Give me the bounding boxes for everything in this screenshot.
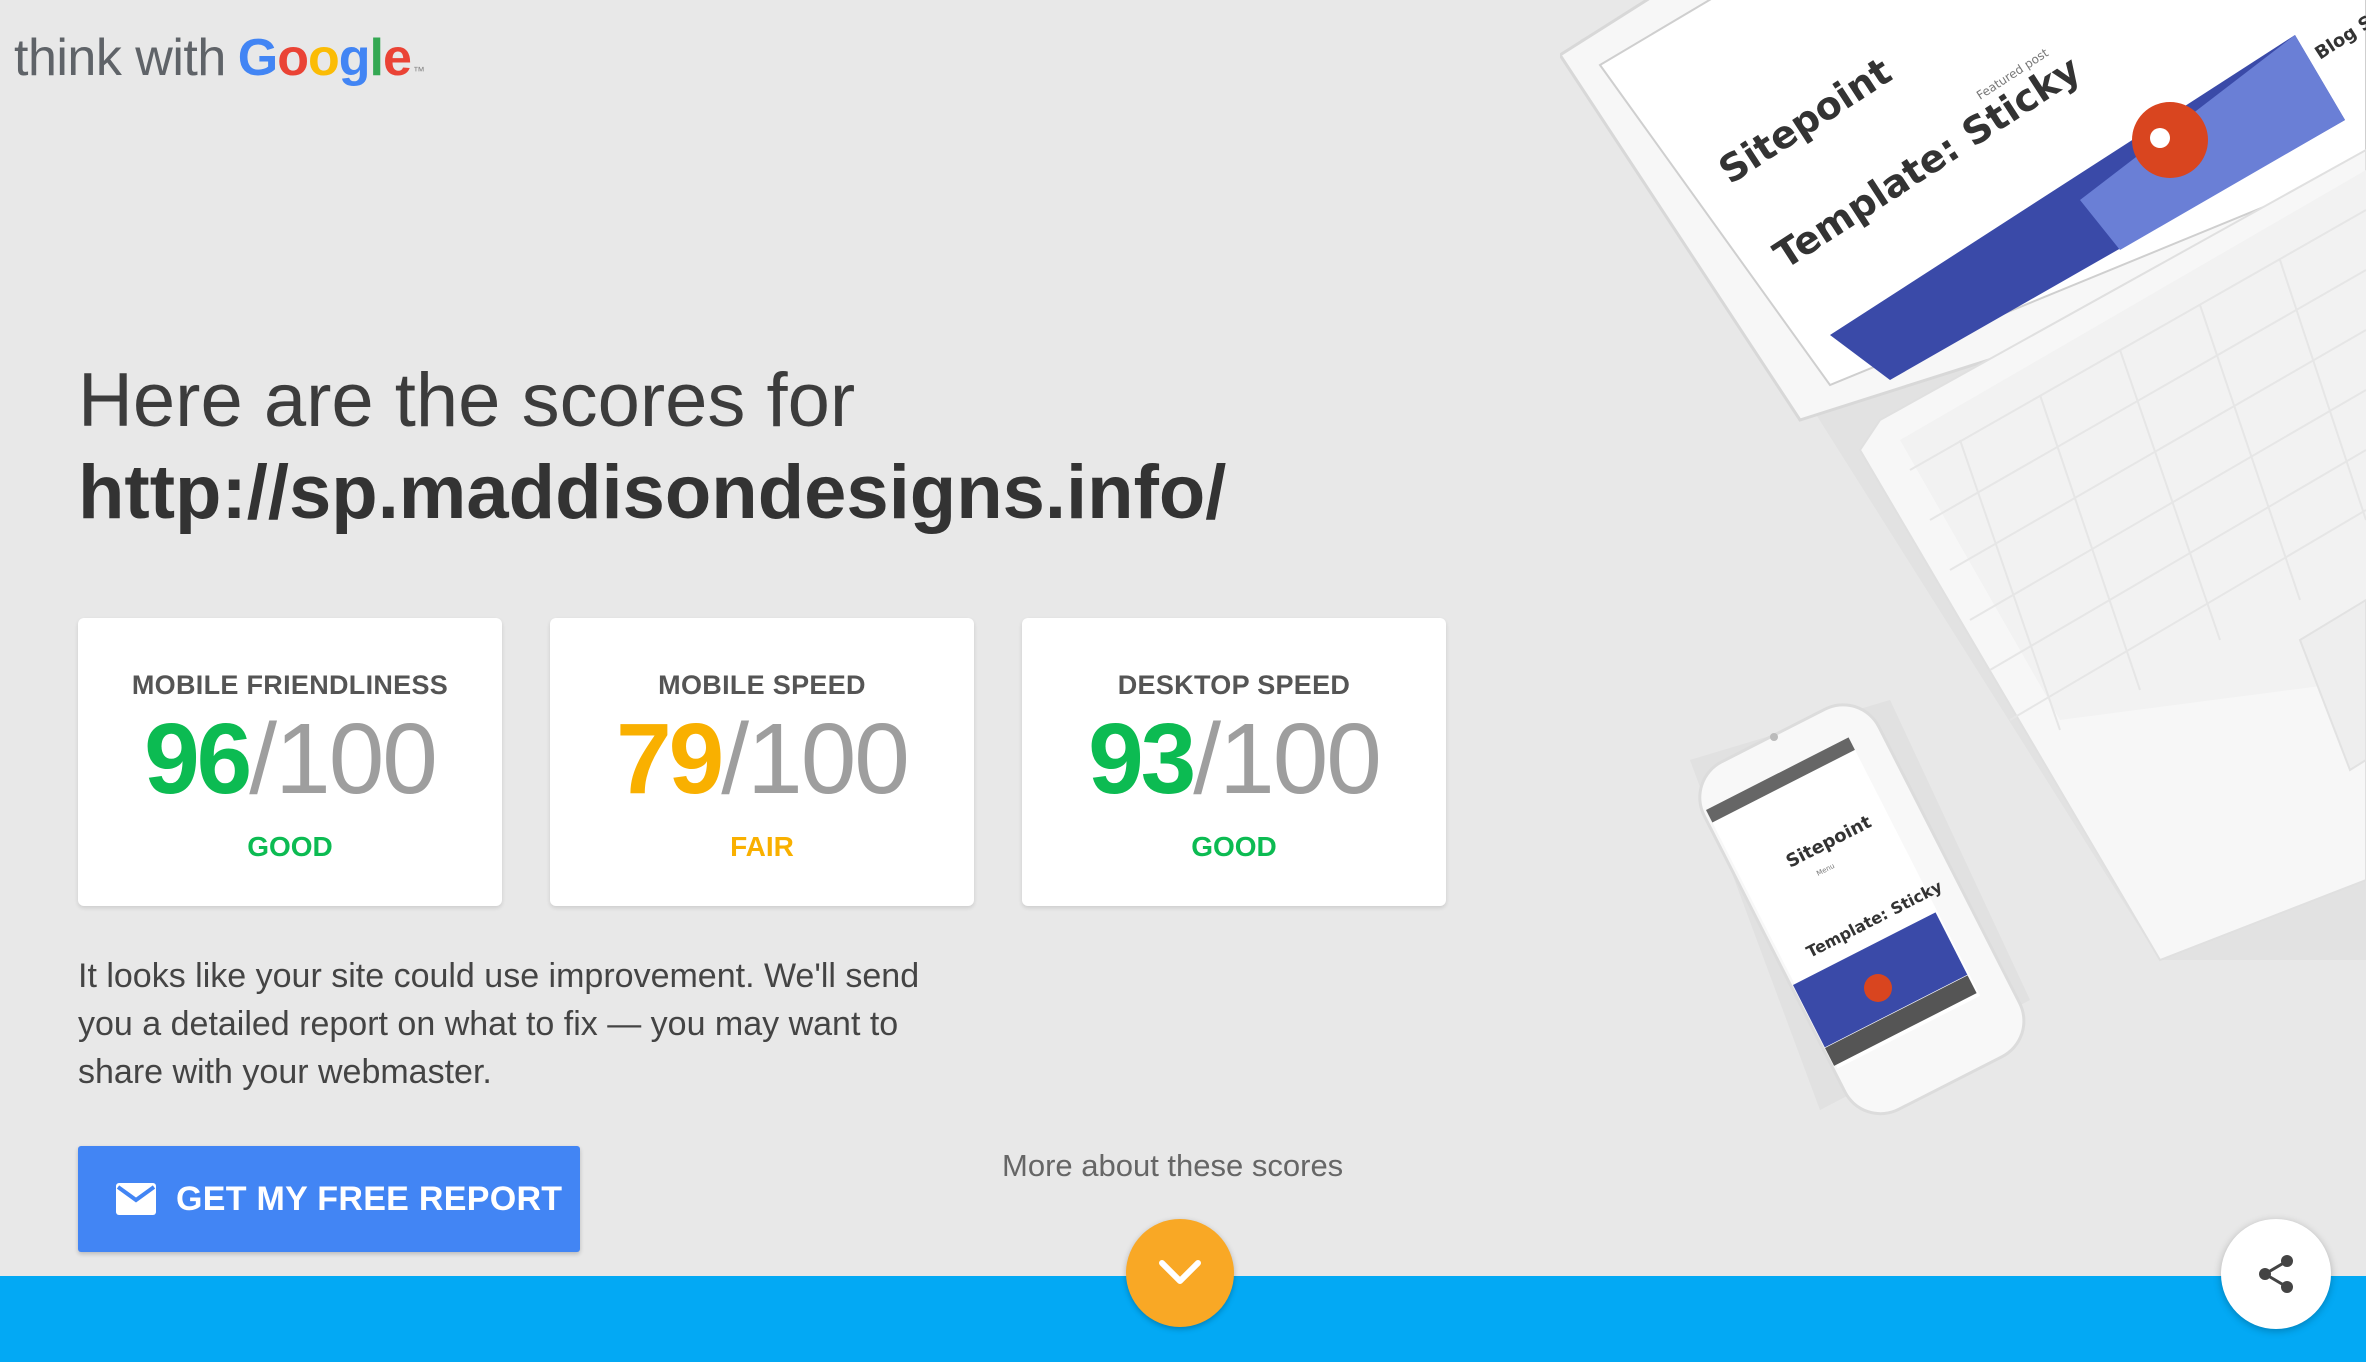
google-letter: o xyxy=(307,29,340,87)
score-cards: MOBILE FRIENDLINESS 96 /100 GOOD MOBILE … xyxy=(78,618,1446,906)
devices-illustration: Sitepoint Template: Sticky Featured post… xyxy=(1560,0,2366,1116)
score-number: 93 xyxy=(1088,703,1196,815)
score-rating: GOOD xyxy=(247,831,333,862)
score-label: MOBILE SPEED xyxy=(658,670,866,700)
tested-url: http://sp.maddisondesigns.info/ xyxy=(78,450,1227,535)
phone-illustration: Sitepoint Menu Template: Sticky xyxy=(1690,700,2030,1116)
google-letter: g xyxy=(338,29,371,87)
score-rating: GOOD xyxy=(1191,831,1277,862)
score-max: /100 xyxy=(1193,703,1382,815)
heading-intro: Here are the scores for xyxy=(78,358,856,443)
score-max: /100 xyxy=(249,703,438,815)
score-rating: FAIR xyxy=(730,831,794,862)
score-value: 96 /100 xyxy=(144,703,438,815)
more-about-scores-link[interactable]: More about these scores xyxy=(1002,1148,1343,1184)
google-letter: G xyxy=(237,29,278,87)
scroll-down-button[interactable] xyxy=(1126,1219,1234,1327)
score-card-mobile-speed: MOBILE SPEED 79 /100 FAIR xyxy=(550,618,974,906)
improvement-description: It looks like your site could use improv… xyxy=(78,957,920,1091)
share-icon xyxy=(2259,1255,2293,1293)
score-value: 93 /100 xyxy=(1088,703,1382,815)
get-free-report-button[interactable]: GET MY FREE REPORT xyxy=(78,1146,580,1252)
score-label: MOBILE FRIENDLINESS xyxy=(131,670,449,700)
google-letter: o xyxy=(277,29,309,87)
score-label: DESKTOP SPEED xyxy=(1117,670,1351,700)
score-number: 79 xyxy=(616,703,724,815)
google-letter: e xyxy=(382,29,412,87)
score-value: 79 /100 xyxy=(616,703,910,815)
score-max: /100 xyxy=(721,703,910,815)
google-letter: l xyxy=(369,29,384,87)
think-with-google-logo[interactable]: think with Google ™ xyxy=(14,28,425,88)
share-button[interactable] xyxy=(2221,1219,2331,1329)
google-wordmark: Google xyxy=(237,28,412,88)
laptop-illustration: Sitepoint Template: Sticky Featured post… xyxy=(1560,0,2366,962)
score-card-desktop-speed: DESKTOP SPEED 93 /100 GOOD xyxy=(1022,618,1446,906)
report-button-label: GET MY FREE REPORT xyxy=(176,1179,563,1218)
page-heading: Here are the scores for http://sp.maddis… xyxy=(78,355,1226,539)
chevron-down-icon xyxy=(1159,1260,1201,1284)
score-card-mobile-friendliness: MOBILE FRIENDLINESS 96 /100 GOOD xyxy=(78,618,502,906)
logo-prefix: think with xyxy=(14,29,226,87)
score-number: 96 xyxy=(144,703,252,815)
trademark: ™ xyxy=(412,64,425,78)
mail-icon xyxy=(116,1183,156,1215)
